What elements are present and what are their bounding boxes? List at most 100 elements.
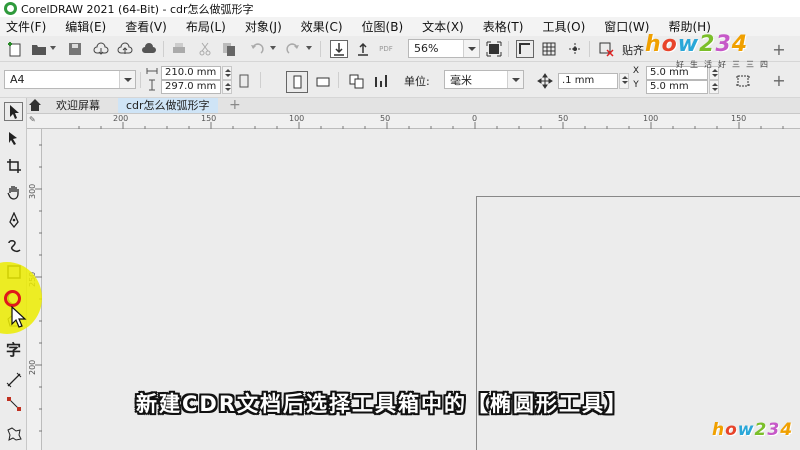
save-icon[interactable] [66, 40, 84, 58]
toolbar-separator [320, 41, 321, 57]
page-options-icon[interactable] [235, 72, 253, 90]
redo-icon[interactable] [284, 40, 302, 58]
connector-tool-icon[interactable] [4, 394, 23, 413]
duplicate-y-input[interactable]: 5.0 mm [646, 80, 708, 94]
page-height-spinner[interactable] [222, 80, 232, 94]
page-size-combo[interactable]: A4 [4, 70, 136, 89]
add-toolbar-plus-icon[interactable]: + [770, 40, 788, 59]
duplicate-y-icon: Y [628, 79, 644, 91]
menu-window[interactable]: 窗口(W) [604, 18, 649, 35]
artistic-media-tool-icon[interactable] [4, 236, 23, 255]
menu-edit[interactable]: 编辑(E) [65, 18, 106, 35]
print-icon[interactable] [170, 40, 188, 58]
coreldraw-logo-icon [4, 2, 17, 15]
watermark-subtitle: 好生活好三三四 [676, 60, 774, 69]
tab-welcome-screen[interactable]: 欢迎屏幕 [48, 98, 108, 113]
text-tool-icon[interactable]: 字 [4, 340, 23, 359]
ruler-label: 300 [28, 183, 37, 199]
watermark-logo-bottom: how234 [712, 420, 794, 440]
menu-bitmaps[interactable]: 位图(B) [362, 18, 404, 35]
ruler-label: 150 [201, 114, 217, 123]
home-icon[interactable] [28, 98, 42, 113]
nudge-distance-icon [536, 72, 554, 90]
watermark-logo-top: how234 [645, 32, 749, 57]
landscape-icon[interactable] [314, 73, 332, 91]
document-tabs: 欢迎屏幕 cdr怎么做弧形字 + [0, 97, 800, 114]
add-property-plus-icon[interactable]: + [770, 71, 788, 90]
ruler-label: 200 [28, 359, 37, 375]
pan-tool-icon[interactable] [4, 182, 23, 201]
menu-object[interactable]: 对象(J) [245, 18, 282, 35]
toolbar-separator [260, 72, 261, 88]
tab-document[interactable]: cdr怎么做弧形字 [118, 98, 218, 113]
page-width-icon [146, 65, 158, 77]
cloud-icon[interactable] [140, 40, 158, 58]
menu-text[interactable]: 文本(X) [422, 18, 464, 35]
open-dropdown-arrow[interactable] [50, 46, 56, 50]
zoom-dropdown-arrow[interactable] [463, 40, 479, 57]
ruler-label: 50 [380, 114, 391, 123]
ruler-label: 100 [643, 114, 659, 123]
blend-tool-icon[interactable] [4, 424, 23, 443]
duplicate-x-icon: X [628, 65, 644, 77]
parallel-dimension-tool-icon[interactable] [4, 370, 23, 389]
zoom-level-combo[interactable]: 56% [408, 39, 480, 58]
page-width-spinner[interactable] [222, 66, 232, 80]
menu-file[interactable]: 文件(F) [6, 18, 46, 35]
page-height-input[interactable]: 297.0 mm [161, 80, 221, 94]
snap-to-label[interactable]: 贴齐 [622, 42, 644, 58]
title-bar: CorelDRAW 2021 (64-Bit) - cdr怎么做弧形字 [0, 0, 800, 17]
export-icon[interactable] [354, 40, 372, 58]
full-screen-icon[interactable] [485, 40, 503, 58]
ruler-corner-icon[interactable]: ✎ [29, 115, 36, 124]
window-title: CorelDRAW 2021 (64-Bit) - cdr怎么做弧形字 [21, 2, 254, 16]
show-guidelines-icon[interactable] [566, 40, 584, 58]
shape-tool-icon[interactable] [4, 128, 23, 147]
ruler-label: 150 [731, 114, 747, 123]
undo-icon[interactable] [248, 40, 266, 58]
menu-tools[interactable]: 工具(O) [542, 18, 585, 35]
toolbar-separator [589, 41, 590, 57]
duplicate-y-icon-label: Y [633, 80, 639, 90]
pen-tool-icon[interactable] [4, 210, 23, 229]
menu-layout[interactable]: 布局(L) [186, 18, 226, 35]
ruler-label: 200 [113, 114, 129, 123]
toolbar-separator [140, 72, 141, 88]
portrait-icon[interactable] [286, 71, 308, 93]
bleed-icon[interactable] [734, 72, 752, 90]
units-dropdown-arrow[interactable] [507, 71, 523, 88]
snap-off-icon[interactable] [597, 40, 615, 58]
publish-pdf-icon[interactable]: PDF [377, 40, 395, 58]
new-tab-plus-icon[interactable]: + [229, 97, 241, 113]
nudge-distance-input[interactable]: .1 mm [558, 73, 618, 89]
units-value: 毫米 [450, 73, 472, 87]
export-cloud-icon[interactable] [116, 40, 134, 58]
open-folder-icon[interactable] [30, 40, 48, 58]
page-width-input[interactable]: 210.0 mm [161, 66, 221, 80]
cut-icon[interactable] [196, 40, 214, 58]
show-grid-icon[interactable] [540, 40, 558, 58]
duplicate-y-spinner[interactable] [709, 80, 719, 94]
crop-tool-icon[interactable] [4, 156, 23, 175]
all-pages-icon[interactable] [348, 72, 366, 90]
toolbar-separator [508, 41, 509, 57]
show-rulers-icon[interactable] [516, 40, 534, 58]
horizontal-ruler[interactable]: ✎ 200 150 100 50 0 50 100 150 [27, 114, 800, 129]
page-size-dropdown-arrow[interactable] [119, 71, 135, 88]
import-cloud-icon[interactable] [92, 40, 110, 58]
ruler-label: 50 [558, 114, 569, 123]
units-combo[interactable]: 毫米 [444, 70, 524, 89]
ellipse-tool-selected-marker[interactable] [4, 290, 21, 307]
redo-dropdown-arrow[interactable] [306, 46, 312, 50]
import-icon[interactable] [330, 40, 348, 58]
mouse-cursor-icon [11, 306, 27, 328]
menu-view[interactable]: 查看(V) [125, 18, 167, 35]
undo-dropdown-arrow[interactable] [270, 46, 276, 50]
menu-table[interactable]: 表格(T) [483, 18, 524, 35]
new-document-icon[interactable] [6, 40, 24, 58]
pick-tool-icon[interactable] [4, 102, 23, 121]
page-height-icon [146, 79, 158, 91]
copy-paste-icon[interactable] [220, 40, 238, 58]
menu-effects[interactable]: 效果(C) [301, 18, 343, 35]
current-page-icon[interactable] [372, 72, 390, 90]
